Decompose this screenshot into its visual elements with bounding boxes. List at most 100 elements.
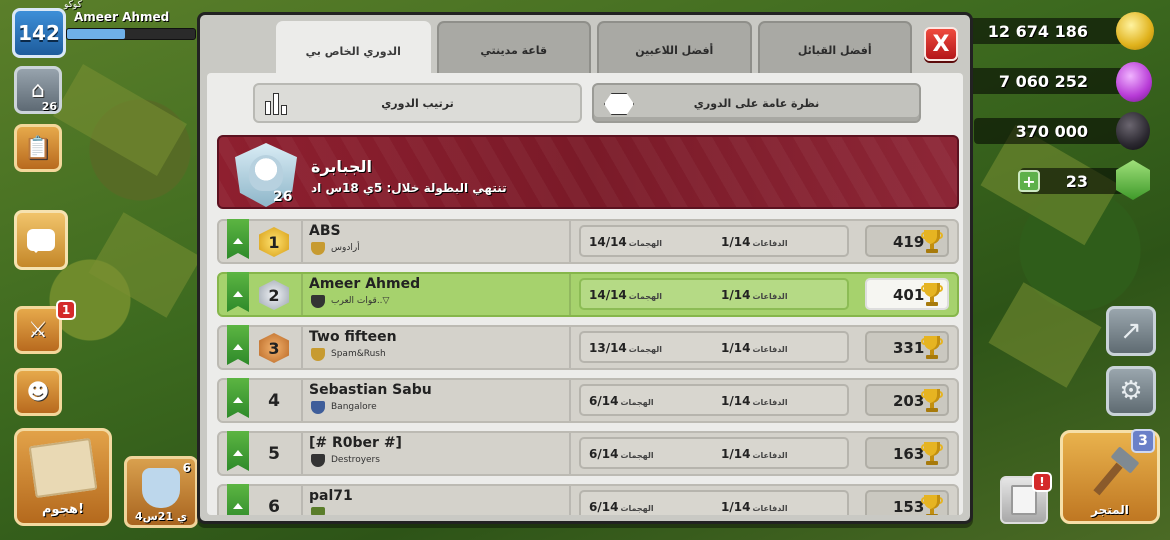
attacks-stat: 13/14 الهجمات (589, 341, 662, 355)
trophy-icon (921, 230, 943, 254)
table-row[interactable]: 5 [# R0ber #] Destroyers 6/14 الهجمات 1/1… (217, 431, 959, 476)
shield-button[interactable]: 6 4ي 21س (124, 456, 198, 528)
subtab-league-overview[interactable]: نظرة عامة على الدوري (592, 83, 921, 123)
trophy-count: 203 (893, 392, 925, 410)
trophy-icon (921, 389, 943, 413)
hexagon-icon (604, 93, 634, 115)
rank-medal-bronze: 3 (259, 333, 289, 363)
player-name: Ameer Ahmed (309, 276, 421, 292)
rank-number: 4 (268, 391, 280, 411)
gem-amount: 23 (1065, 171, 1088, 191)
add-gems-button[interactable]: + (1018, 170, 1040, 192)
rank-number: 5 (268, 444, 280, 464)
defenses-stat: 1/14 الدفاعات (721, 500, 788, 514)
subtab-league-ranking[interactable]: ترتيب الدوري (253, 83, 582, 123)
builder-base-button[interactable]: ⌂ 26 (14, 66, 62, 114)
clan-name: قوات العرب..▽ (331, 296, 390, 306)
clipboard-button[interactable]: 📋 (14, 124, 62, 172)
trophy-count: 163 (893, 445, 925, 463)
settings-button[interactable]: ⚙ (1106, 366, 1156, 416)
shop-badge: 3 (1131, 429, 1155, 453)
trophy-box: 163 (865, 437, 949, 469)
crossed-swords-icon: ⚔ (28, 317, 48, 343)
attack-button[interactable]: هجوم! (14, 428, 112, 526)
barbarian-icon: ☻ (26, 379, 50, 405)
hammer-icon (1082, 451, 1138, 495)
clan-name: Bangalore (331, 402, 377, 412)
tab-my-town-hall[interactable]: قاعة مدينتي (436, 21, 591, 77)
edit-layout-button[interactable]: ↗ (1106, 306, 1156, 356)
promotion-flag-icon (227, 219, 249, 259)
row-stats: 14/14 الهجمات 1/14 الدفاعات (569, 221, 849, 262)
table-row[interactable]: 3 Two fifteen Spam&Rush 13/14 الهجمات 1/1… (217, 325, 959, 370)
league-crest-icon (249, 155, 283, 191)
rank-medal-silver: 2 (259, 280, 289, 310)
player-tag-label: كوكو (64, 0, 82, 10)
table-row[interactable]: 6 pal71 6/14 الهجمات 1/14 الدفاعات 153 (217, 484, 959, 515)
trophy-box: 401 (865, 278, 949, 310)
row-stats: 13/14 الهجمات 1/14 الدفاعات (569, 327, 849, 368)
promotion-flag-icon (227, 325, 249, 365)
league-badge-number: 26 (273, 189, 293, 205)
elixir-drop-icon (1116, 62, 1152, 102)
subtab-league-overview-label: نظرة عامة على الدوري (693, 96, 820, 110)
gold-amount: 12 674 186 (987, 21, 1088, 41)
tab-my-league[interactable]: الدوري الخاص بي (276, 21, 431, 79)
league-subtabs: ترتيب الدوري نظرة عامة على الدوري (253, 83, 921, 123)
defenses-stat: 1/14 الدفاعات (721, 288, 788, 302)
trophy-icon (921, 336, 943, 360)
trophy-box: 153 (865, 490, 949, 515)
player-name: Two fifteen (309, 329, 397, 345)
builder-count: 26 (41, 100, 57, 113)
trophy-box: 419 (865, 225, 949, 257)
shop-label: المتجر (1091, 503, 1129, 517)
attacks-stat: 6/14 الهجمات (589, 394, 654, 408)
row-stats: 6/14 الهجمات 1/14 الدفاعات (569, 433, 849, 474)
table-row-current-player[interactable]: 2 Ameer Ahmed قوات العرب..▽ 14/14 الهجمات… (217, 272, 959, 317)
league-ranking-list: 1 ABS أرادوس 14/14 الهجمات 1/14 الدفاعات 4… (217, 219, 959, 515)
clan-name: Spam&Rush (331, 349, 386, 359)
defenses-stat: 1/14 الدفاعات (721, 447, 788, 461)
elixir-amount: 7 060 252 (998, 71, 1088, 91)
clan-badge-icon (311, 348, 325, 361)
row-stats: 6/14 الهجمات 1/14 الدفاعات (569, 380, 849, 421)
trophy-box: 331 (865, 331, 949, 363)
barbarian-button[interactable]: ☻ (14, 368, 62, 416)
army-button[interactable]: ⚔ (14, 306, 62, 354)
shop-button[interactable]: 3 المتجر (1060, 429, 1160, 524)
clan-badge-icon (311, 401, 325, 414)
chat-bubble-icon (27, 229, 55, 253)
tab-top-players[interactable]: أفضل اللاعبين (597, 21, 752, 77)
shield-count: 6 (182, 461, 191, 475)
close-button[interactable]: X (924, 27, 958, 61)
trophy-box: 203 (865, 384, 949, 416)
clan-badge-icon (311, 242, 325, 255)
table-row[interactable]: 1 ABS أرادوس 14/14 الهجمات 1/14 الدفاعات 4… (217, 219, 959, 264)
attacks-stat: 14/14 الهجمات (589, 288, 662, 302)
promotion-flag-icon (227, 272, 249, 312)
league-banner: 26 الجبابرة تنتهي البطولة خلال: 5ي 18س ا… (217, 135, 959, 209)
dark-elixir-amount: 370 000 (1015, 121, 1088, 141)
map-icon (28, 437, 98, 499)
player-name: [# R0ber #] (309, 435, 402, 451)
promotion-flag-icon (227, 378, 249, 418)
defenses-stat: 1/14 الدفاعات (721, 235, 788, 249)
table-row[interactable]: 4 Sebastian Sabu Bangalore 6/14 الهجمات 1… (217, 378, 959, 423)
modal-tabs: الدوري الخاص بي قاعة مدينتي أفضل اللاعبي… (276, 21, 912, 79)
promotion-flag-icon (227, 431, 249, 471)
player-name: ABS (309, 223, 341, 239)
trophy-count: 401 (893, 286, 925, 304)
chat-button[interactable] (14, 210, 68, 270)
defenses-stat: 1/14 الدفاعات (721, 394, 788, 408)
gold-coin-icon (1116, 12, 1154, 50)
shield-timer: 4ي 21س (134, 510, 188, 523)
league-modal: الدوري الخاص بي قاعة مدينتي أفضل اللاعبي… (197, 12, 973, 524)
clan-badge-icon (311, 295, 325, 308)
clipboard-icon: 📋 (24, 135, 52, 161)
tab-top-clans[interactable]: أفضل القبائل (757, 21, 912, 77)
player-level-badge[interactable]: 142 (12, 8, 66, 58)
trophy-icon (921, 442, 943, 466)
attacks-stat: 14/14 الهجمات (589, 235, 662, 249)
army-notification-badge: 1 (56, 300, 76, 320)
subtab-league-ranking-label: ترتيب الدوري (381, 96, 454, 110)
